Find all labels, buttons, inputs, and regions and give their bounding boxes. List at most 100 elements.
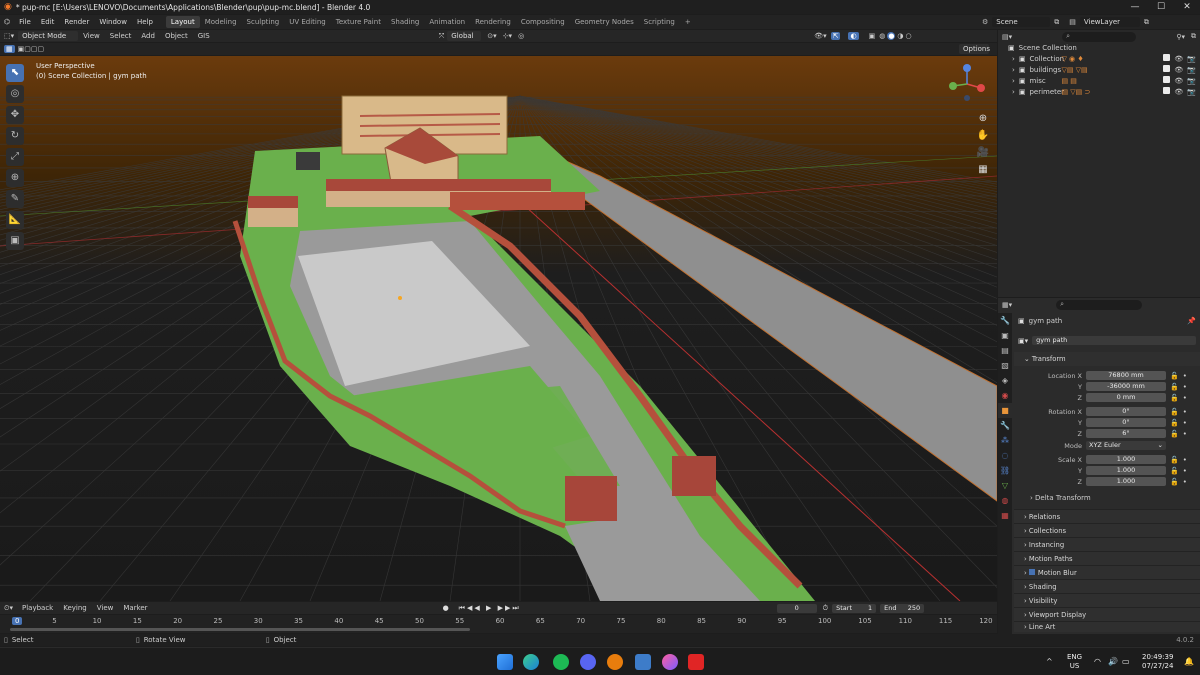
view-layer-tab-icon[interactable]: ▧	[998, 358, 1012, 373]
app-icon[interactable]	[662, 654, 678, 670]
tab-rendering[interactable]: Rendering	[470, 16, 516, 28]
add-workspace-button[interactable]: +	[680, 16, 696, 28]
motion-blur-checkbox[interactable]	[1028, 569, 1035, 575]
collections-section[interactable]: › Collections	[1014, 523, 1200, 537]
cursor-tool-icon[interactable]: ◎	[6, 85, 24, 103]
camera-render-icon[interactable]: 📷	[1187, 54, 1196, 65]
select-box-icon[interactable]: ▦	[4, 45, 15, 53]
material-shading-icon[interactable]: ◑	[897, 32, 903, 40]
eye-icon[interactable]: 👁	[1174, 54, 1183, 65]
rotation-y-field[interactable]: 0°	[1086, 418, 1166, 427]
menu-marker[interactable]: Marker	[118, 604, 152, 612]
tab-compositing[interactable]: Compositing	[516, 16, 570, 28]
output-tab-icon[interactable]: ▤	[998, 343, 1012, 358]
tab-shading[interactable]: Shading	[386, 16, 424, 28]
tab-scripting[interactable]: Scripting	[639, 16, 680, 28]
start-frame-field[interactable]: Start 1	[832, 603, 877, 613]
clock[interactable]: 20:49:39 07/27/24	[1142, 653, 1173, 671]
outliner-item[interactable]: › ▣ misc ▤ ▤ 👁 📷	[998, 76, 1200, 87]
camera-render-icon[interactable]: 📷	[1187, 65, 1196, 76]
scale-z-field[interactable]: 1.000	[1086, 477, 1166, 486]
gizmo-toggle-icon[interactable]: ⇱	[830, 32, 841, 40]
instancing-section[interactable]: › Instancing	[1014, 537, 1200, 551]
3d-viewport[interactable]	[0, 56, 997, 601]
relations-section[interactable]: › Relations	[1014, 509, 1200, 523]
lock-icon[interactable]: 🔓	[1170, 419, 1179, 427]
modifier-tab-icon[interactable]: 🔧	[998, 418, 1012, 433]
data-tab-icon[interactable]: ▽	[998, 478, 1012, 493]
expand-chevron-icon[interactable]: ›	[1012, 65, 1015, 76]
wifi-icon[interactable]: ◠	[1094, 657, 1101, 666]
lock-icon[interactable]: 🔓	[1170, 372, 1179, 380]
edge-icon[interactable]	[523, 654, 539, 670]
timeline-editor-icon[interactable]: ⏲▾	[0, 604, 17, 613]
outliner-root[interactable]: ▣ Scene Collection	[998, 43, 1200, 54]
proportional-edit-icon[interactable]: ◎	[518, 32, 524, 40]
keyframe-dot-icon[interactable]: •	[1183, 419, 1187, 427]
move-tool-icon[interactable]: ✥	[6, 106, 24, 124]
new-scene-icon[interactable]: ⧉	[1054, 18, 1059, 27]
exclude-checkbox[interactable]	[1163, 65, 1171, 72]
pivot-icon[interactable]: ⊙▾	[487, 32, 496, 40]
new-collection-icon[interactable]: ⧉	[1191, 32, 1196, 41]
notification-icon[interactable]: 🔔	[1184, 657, 1194, 666]
keyframe-dot-icon[interactable]: •	[1183, 467, 1187, 475]
tab-sculpting[interactable]: Sculpting	[242, 16, 285, 28]
delta-transform-header[interactable]: › Delta Transform	[1014, 494, 1200, 506]
texture-tab-icon[interactable]: ▦	[998, 508, 1012, 523]
tab-layout[interactable]: Layout	[165, 16, 200, 28]
battery-icon[interactable]: ▭	[1122, 657, 1130, 666]
exclude-checkbox[interactable]	[1163, 87, 1171, 94]
transform-tool-icon[interactable]: ⊕	[6, 169, 24, 187]
visibility-icon[interactable]: 👁▾	[814, 32, 826, 40]
lock-icon[interactable]: 🔓	[1170, 408, 1179, 416]
blender-taskbar-icon[interactable]	[607, 654, 623, 670]
rotate-tool-icon[interactable]: ↻	[6, 127, 24, 145]
windows-start-icon[interactable]	[497, 654, 513, 670]
camera-render-icon[interactable]: 📷	[1187, 76, 1196, 87]
measure-tool-icon[interactable]: 📐	[6, 211, 24, 229]
annotate-tool-icon[interactable]: ✎	[6, 190, 24, 208]
properties-search[interactable]: ⌕	[1056, 300, 1143, 310]
menu-render[interactable]: Render	[59, 18, 94, 26]
menu-help[interactable]: Help	[132, 18, 158, 26]
lock-icon[interactable]: 🔓	[1170, 456, 1179, 464]
world-tab-icon[interactable]: ◉	[998, 388, 1012, 403]
menu-playback[interactable]: Playback	[17, 604, 58, 612]
shading-section[interactable]: › Shading	[1014, 579, 1200, 593]
solid-shading-icon[interactable]: ●	[887, 32, 896, 40]
menu-object[interactable]: Object	[160, 32, 193, 40]
tool-tab-icon[interactable]: 🔧	[998, 313, 1012, 328]
tab-modeling[interactable]: Modeling	[200, 16, 242, 28]
location-y-field[interactable]: -36000 mm	[1086, 382, 1166, 391]
motion-blur-section[interactable]: › Motion Blur	[1014, 565, 1200, 579]
timeline-ruler[interactable]: 0 5 10 15 20 25 30 35 40 45 50 55 60 65 70 75 80 85 90 95 10…	[0, 615, 997, 633]
outliner-item[interactable]: › ▣ buildings ▽▤ ▽▤ 👁 📷	[998, 65, 1200, 76]
tray-chevron-icon[interactable]: ^	[1046, 657, 1053, 666]
tab-texture-paint[interactable]: Texture Paint	[331, 16, 386, 28]
keyframe-dot-icon[interactable]: •	[1183, 372, 1187, 380]
pan-hand-icon[interactable]: ✋	[976, 127, 990, 144]
tab-animation[interactable]: Animation	[424, 16, 470, 28]
zoom-icon[interactable]: ⊕	[976, 110, 990, 127]
eye-icon[interactable]: 👁	[1174, 87, 1183, 98]
options-button[interactable]: Options	[959, 44, 990, 54]
menu-edit[interactable]: Edit	[36, 18, 60, 26]
expand-chevron-icon[interactable]: ›	[1012, 87, 1015, 98]
acrobat-icon[interactable]	[688, 654, 704, 670]
editor-type-icon[interactable]: ⬚▾	[0, 32, 18, 40]
playback-controls[interactable]: ⏮◀◀ ▶ ▶▶⏭	[459, 604, 521, 613]
orientation-selector[interactable]: Global	[447, 31, 482, 41]
location-x-field[interactable]: 76800 mm	[1086, 371, 1166, 380]
volume-icon[interactable]: 🔊	[1108, 657, 1118, 666]
menu-keying[interactable]: Keying	[58, 604, 92, 612]
properties-editor-icon[interactable]: ▦▾	[1002, 301, 1012, 309]
eye-icon[interactable]: 👁	[1174, 65, 1183, 76]
clock-icon[interactable]: ⏱	[823, 604, 828, 613]
keyframe-dot-icon[interactable]: •	[1183, 394, 1187, 402]
scale-x-field[interactable]: 1.000	[1086, 455, 1166, 464]
overlay-toggle-icon[interactable]: ◐	[848, 32, 859, 40]
keyframe-dot-icon[interactable]: •	[1183, 383, 1187, 391]
datablock-name-field[interactable]: gym path	[1032, 336, 1196, 345]
grid-view-icon[interactable]: ▦	[976, 161, 990, 178]
